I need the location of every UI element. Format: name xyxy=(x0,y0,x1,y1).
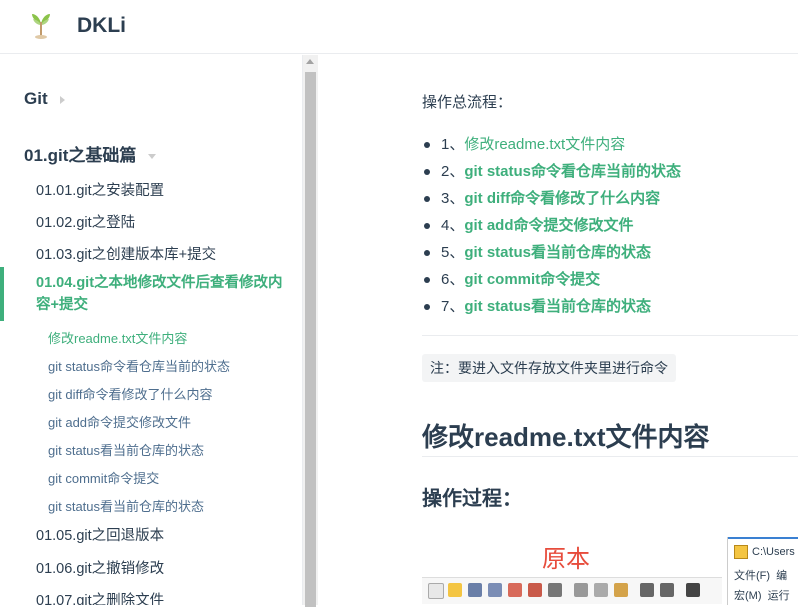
toc-link[interactable]: git add命令提交修改文件 xyxy=(464,217,633,234)
redo-icon xyxy=(660,583,674,597)
divider xyxy=(422,335,798,336)
sidebar-scrollbar[interactable] xyxy=(303,55,318,607)
sidebar-subitem[interactable]: git status命令看仓库当前的状态 xyxy=(48,356,230,375)
sidebar-subitem[interactable]: git status看当前仓库的状态 xyxy=(48,496,204,515)
toc-link[interactable]: git status命令看仓库当前的状态 xyxy=(464,163,681,180)
sidebar-subitem[interactable]: git commit命令提交 xyxy=(48,468,159,487)
sidebar-item[interactable]: 01.03.git之创建版本库+提交 xyxy=(36,243,216,264)
editor-title-text: C:\Users xyxy=(752,546,795,558)
toc-item: 7、git status看当前仓库的状态 xyxy=(422,293,681,320)
toc-number: 6、 xyxy=(441,271,465,288)
toc-number: 5、 xyxy=(441,244,465,261)
toc-item: 4、git add命令提交修改文件 xyxy=(422,212,681,239)
undo-icon xyxy=(640,583,654,597)
scroll-thumb[interactable] xyxy=(305,72,316,607)
save-icon xyxy=(468,583,482,597)
paste-icon xyxy=(614,583,628,597)
toc-number: 4、 xyxy=(441,217,465,234)
sidebar-group-label: Git xyxy=(24,89,48,108)
divider xyxy=(422,456,798,457)
chevron-down-icon xyxy=(148,154,157,160)
sidebar-group-basics[interactable]: 01.git之基础篇 xyxy=(24,141,157,166)
toc-number: 7、 xyxy=(441,298,465,315)
copy-icon xyxy=(594,583,608,597)
editor-title: C:\Users xyxy=(728,537,798,565)
sidebar-subitem[interactable]: git diff命令看修改了什么内容 xyxy=(48,384,212,403)
editor-menu: 宏(M) 运行 xyxy=(734,587,790,603)
sidebar-item[interactable]: 01.06.git之撤销修改 xyxy=(36,557,164,578)
sidebar-subitem[interactable]: git add命令提交修改文件 xyxy=(48,412,191,431)
figure-label: 原本 xyxy=(542,546,590,573)
toc-link[interactable]: git commit命令提交 xyxy=(464,271,600,288)
toc-number: 2、 xyxy=(441,163,465,180)
menu-edit: 编 xyxy=(776,570,788,582)
editor-menu: 文件(F) 编 xyxy=(734,567,787,583)
toc-item: 3、git diff命令看修改了什么内容 xyxy=(422,185,681,212)
sidebar-item[interactable]: 01.01.git之安装配置 xyxy=(36,179,164,200)
toc-list: 1、修改readme.txt文件内容 2、git status命令看仓库当前的状… xyxy=(422,131,681,320)
sidebar-item[interactable]: 01.07.git之删除文件 xyxy=(36,589,164,605)
sidebar-group-git[interactable]: Git xyxy=(24,89,65,109)
sidebar: Git 01.git之基础篇 01.01.git之安装配置 01.02.git之… xyxy=(0,55,303,605)
print-icon xyxy=(548,583,562,597)
intro-text: 操作总流程： xyxy=(422,94,513,111)
save-all-icon xyxy=(488,583,502,597)
editor-window-image: C:\Users 文件(F) 编 宏(M) 运行 xyxy=(727,537,798,605)
main-content: 操作总流程： 1、修改readme.txt文件内容 2、git status命令… xyxy=(318,55,798,605)
toc-link[interactable]: git diff命令看修改了什么内容 xyxy=(464,190,660,207)
chevron-right-icon xyxy=(59,95,65,104)
top-navbar: DKLi xyxy=(0,0,798,54)
section-heading: 修改readme.txt文件内容 xyxy=(422,422,710,452)
subsection-heading: 操作过程： xyxy=(422,488,522,510)
sidebar-item-active[interactable]: 01.04.git之本地修改文件后查看修改内容+提交 xyxy=(36,272,291,316)
menu-macro: 宏(M) xyxy=(734,590,762,602)
note-callout: 注：要进入文件存放文件夹里进行命令 xyxy=(422,354,676,382)
new-file-icon xyxy=(428,583,444,599)
toc-item: 2、git status命令看仓库当前的状态 xyxy=(422,158,681,185)
active-indicator xyxy=(0,267,4,321)
editor-toolbar-image xyxy=(422,577,722,604)
sidebar-subitem[interactable]: git status看当前仓库的状态 xyxy=(48,440,204,459)
sidebar-subitem-active[interactable]: 修改readme.txt文件内容 xyxy=(48,328,187,347)
close-file-icon xyxy=(508,583,522,597)
menu-run: 运行 xyxy=(767,590,790,602)
open-folder-icon xyxy=(448,583,462,597)
toc-link[interactable]: git status看当前仓库的状态 xyxy=(464,298,651,315)
menu-file: 文件(F) xyxy=(734,570,771,582)
scroll-up-arrow-icon[interactable] xyxy=(306,59,314,64)
find-icon xyxy=(686,583,700,597)
toc-number: 3、 xyxy=(441,190,465,207)
tree-logo-icon[interactable] xyxy=(28,10,54,42)
toc-item: 1、修改readme.txt文件内容 xyxy=(422,131,681,158)
sidebar-group-label: 01.git之基础篇 xyxy=(24,146,137,165)
sidebar-item[interactable]: 01.05.git之回退版本 xyxy=(36,524,164,545)
site-name[interactable]: DKLi xyxy=(77,14,126,38)
toc-link[interactable]: git status看当前仓库的状态 xyxy=(464,244,651,261)
notepad-icon xyxy=(734,545,748,560)
toc-item: 5、git status看当前仓库的状态 xyxy=(422,239,681,266)
toc-item: 6、git commit命令提交 xyxy=(422,266,681,293)
close-all-icon xyxy=(528,583,542,597)
toc-link[interactable]: 修改readme.txt文件内容 xyxy=(464,136,625,153)
cut-icon xyxy=(574,583,588,597)
toc-number: 1、 xyxy=(441,136,465,153)
sidebar-item[interactable]: 01.02.git之登陆 xyxy=(36,211,135,232)
